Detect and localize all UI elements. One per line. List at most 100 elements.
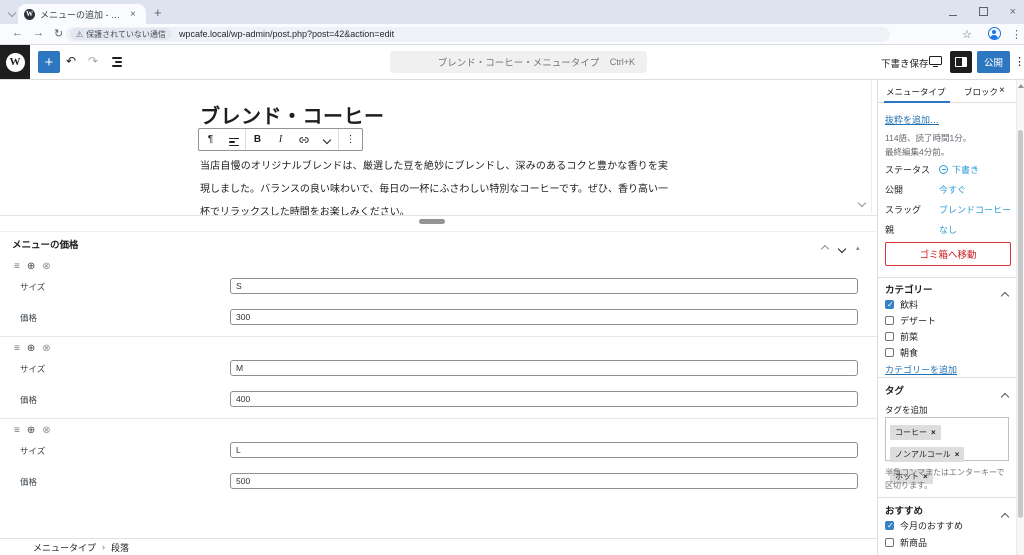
- chevron-down-icon[interactable]: [315, 129, 338, 150]
- undo-icon[interactable]: ↶: [66, 54, 76, 68]
- remove-tag-icon[interactable]: ×: [955, 450, 960, 459]
- move-to-trash-button[interactable]: ゴミ箱へ移動: [885, 242, 1011, 266]
- size-input[interactable]: [230, 442, 858, 458]
- post-title[interactable]: ブレンド・コーヒー: [200, 100, 385, 129]
- browser-menu-icon[interactable]: ⋮: [1011, 28, 1022, 41]
- tab-close-icon[interactable]: ×: [130, 9, 136, 20]
- preview-icon[interactable]: [929, 56, 942, 65]
- category-item[interactable]: デザート: [885, 314, 936, 327]
- metabox-move-up-icon[interactable]: [822, 239, 828, 257]
- remove-tag-icon[interactable]: ×: [931, 428, 936, 437]
- breadcrumb-document[interactable]: メニュータイプ: [33, 541, 96, 554]
- bold-button[interactable]: B: [246, 129, 269, 150]
- categories-collapse-icon[interactable]: [1002, 286, 1008, 304]
- metabox-move-down-icon[interactable]: [839, 239, 845, 257]
- reload-icon[interactable]: ↻: [54, 27, 63, 40]
- tab-menu-type[interactable]: メニュータイプ: [886, 86, 946, 98]
- checkbox[interactable]: [885, 332, 894, 341]
- add-category-link[interactable]: カテゴリーを追加: [885, 363, 1011, 376]
- block-inserter-button[interactable]: +: [38, 51, 60, 73]
- list-view-icon[interactable]: [112, 57, 122, 69]
- command-bar[interactable]: ブレンド・コーヒー・メニュータイプ Ctrl+K: [390, 51, 647, 73]
- remove-row-icon[interactable]: ⊗: [42, 343, 50, 354]
- featured-item[interactable]: 新商品: [885, 536, 927, 549]
- address-bar[interactable]: ⚠ 保護されていない通信 wpcafe.local/wp-admin/post.…: [66, 27, 890, 42]
- wordpress-editor-window: W メニューの追加 - WPCafe — WordPress × + × ← →…: [0, 0, 1024, 555]
- window-close-button[interactable]: ×: [1010, 6, 1016, 18]
- paragraph-block-icon[interactable]: ¶: [199, 129, 222, 150]
- publish-button[interactable]: 公開: [977, 51, 1010, 73]
- checkbox[interactable]: [885, 538, 894, 547]
- scrollbar-thumb[interactable]: [1018, 130, 1023, 518]
- size-input[interactable]: [230, 278, 858, 294]
- tag-token: コーヒー×: [890, 425, 941, 440]
- tags-input[interactable]: コーヒー× ノンアルコール× ホット×: [885, 417, 1009, 461]
- back-icon[interactable]: ←: [12, 27, 23, 39]
- paragraph-block[interactable]: 当店自慢のオリジナルブレンドは、厳選した豆を絶妙にブレンドし、深みのあるコクと豊…: [200, 155, 668, 224]
- add-excerpt-link[interactable]: 抜粋を追加…: [885, 113, 1011, 126]
- browser-tab-strip: W メニューの追加 - WPCafe — WordPress × + ×: [0, 0, 1024, 24]
- window-maximize-button[interactable]: [979, 3, 988, 21]
- remove-row-icon[interactable]: ⊗: [42, 425, 50, 436]
- bookmark-star-icon[interactable]: ☆: [962, 28, 972, 41]
- remove-row-icon[interactable]: ⊗: [42, 261, 50, 272]
- save-draft-button[interactable]: 下書き保存: [881, 56, 929, 70]
- checkbox[interactable]: [885, 316, 894, 325]
- breadcrumb-block[interactable]: 段落: [111, 541, 129, 554]
- metabox-resize-handle[interactable]: [419, 219, 445, 224]
- block-options-icon[interactable]: ⋮: [339, 129, 362, 150]
- tags-panel-header[interactable]: タグ: [885, 383, 904, 397]
- new-tab-button[interactable]: +: [154, 5, 162, 20]
- parent-link[interactable]: なし: [939, 223, 957, 236]
- block-toolbar: ¶ B I ⋮: [198, 128, 363, 151]
- window-minimize-button[interactable]: [949, 3, 957, 21]
- align-icon[interactable]: [222, 129, 245, 150]
- drag-handle-icon[interactable]: ≡: [14, 261, 20, 272]
- scrollbar-up-arrow-icon[interactable]: [1018, 84, 1024, 88]
- italic-button[interactable]: I: [269, 129, 292, 150]
- status-value[interactable]: 下書き: [939, 163, 979, 176]
- category-item[interactable]: 朝食: [885, 346, 918, 359]
- browser-tab[interactable]: W メニューの追加 - WPCafe — WordPress ×: [18, 4, 146, 24]
- draft-status-icon: [939, 165, 948, 174]
- price-input[interactable]: [230, 473, 858, 489]
- redo-icon[interactable]: ↷: [88, 54, 98, 68]
- canvas-scroll-down-icon[interactable]: [859, 193, 865, 211]
- metabox-toggle-icon[interactable]: ▴: [856, 244, 860, 252]
- breadcrumb-separator: ›: [102, 542, 105, 552]
- featured-panel-header[interactable]: おすすめ: [885, 503, 923, 517]
- tab-block[interactable]: ブロック: [964, 86, 998, 98]
- security-chip[interactable]: ⚠ 保護されていない通信: [70, 28, 172, 40]
- settings-sidebar-toggle[interactable]: [950, 51, 972, 73]
- tags-collapse-icon[interactable]: [1002, 387, 1008, 405]
- category-item[interactable]: 飲料: [885, 298, 918, 311]
- profile-avatar-icon[interactable]: [988, 27, 1001, 40]
- featured-collapse-icon[interactable]: [1002, 507, 1008, 525]
- checkbox[interactable]: [885, 521, 894, 530]
- size-input[interactable]: [230, 360, 858, 376]
- price-input[interactable]: [230, 309, 858, 325]
- wordpress-logo[interactable]: W: [0, 45, 30, 79]
- link-icon[interactable]: [292, 129, 315, 150]
- price-input[interactable]: [230, 391, 858, 407]
- checkbox[interactable]: [885, 348, 894, 357]
- canvas-scrollbar[interactable]: [871, 80, 872, 213]
- security-label: 保護されていない通信: [86, 29, 166, 40]
- sidebar-panel-icon: [955, 57, 967, 67]
- close-sidebar-icon[interactable]: ×: [999, 85, 1005, 96]
- forward-icon[interactable]: →: [33, 27, 44, 39]
- add-row-icon[interactable]: ⊕: [27, 425, 35, 436]
- tab-search-icon[interactable]: [6, 7, 18, 19]
- publish-date-link[interactable]: 今すぐ: [939, 183, 966, 196]
- drag-handle-icon[interactable]: ≡: [14, 343, 20, 354]
- editor-options-icon[interactable]: ⋮: [1014, 55, 1024, 68]
- drag-handle-icon[interactable]: ≡: [14, 425, 20, 436]
- featured-item[interactable]: 今月のおすすめ: [885, 519, 963, 532]
- wordpress-favicon: W: [24, 9, 35, 20]
- categories-panel-header[interactable]: カテゴリー: [885, 282, 933, 296]
- category-item[interactable]: 前菜: [885, 330, 918, 343]
- slug-link[interactable]: ブレンドコーヒー: [939, 203, 1011, 216]
- add-row-icon[interactable]: ⊕: [27, 261, 35, 272]
- add-row-icon[interactable]: ⊕: [27, 343, 35, 354]
- checkbox[interactable]: [885, 300, 894, 309]
